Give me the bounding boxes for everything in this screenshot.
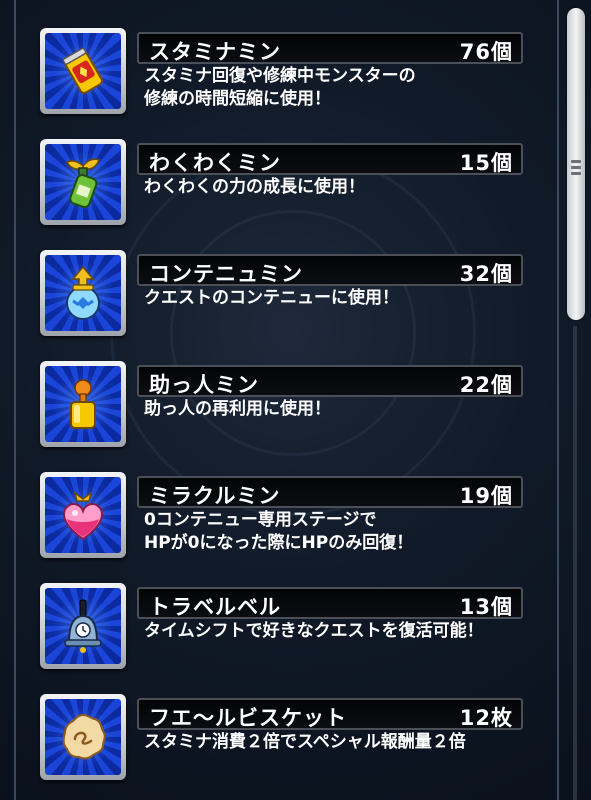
- item-description: スタミナ消費２倍でスペシャル報酬量２倍: [144, 732, 466, 752]
- item-count: 13個: [459, 595, 513, 619]
- item-name: スタミナミン: [149, 40, 281, 64]
- item-name-bar: トラベルベル 13個: [137, 587, 523, 619]
- item-inventory-screen: スタミナミン 76個 スタミナ回復や修練中モンスターの 修練の時間短縮に使用！ …: [0, 0, 591, 800]
- item-name-bar: 助っ人ミン 22個: [137, 365, 523, 397]
- item-icon-frame: [40, 583, 126, 669]
- item-description: スタミナ回復や修練中モンスターの 修練の時間短縮に使用！: [144, 66, 416, 109]
- item-icon-frame: [40, 139, 126, 225]
- item-name: フエ〜ルビスケット: [149, 706, 347, 730]
- item-count: 32個: [459, 262, 513, 286]
- item-name-bar: わくわくミン 15個: [137, 143, 523, 175]
- item-name-bar: ミラクルミン 19個: [137, 476, 523, 508]
- continue-jar-icon: [45, 255, 121, 331]
- item-count: 22個: [459, 373, 513, 397]
- list-item[interactable]: トラベルベル 13個 タイムシフトで好きなクエストを復活可能！: [0, 583, 560, 683]
- list-item[interactable]: 助っ人ミン 22個 助っ人の再利用に使用！: [0, 361, 560, 461]
- stamina-can-icon: [45, 33, 121, 109]
- item-name-bar: コンテニュミン 32個: [137, 254, 523, 286]
- item-icon-frame: [40, 472, 126, 558]
- item-description: タイムシフトで好きなクエストを復活可能！: [144, 621, 484, 641]
- item-icon-frame: [40, 361, 126, 447]
- list-item[interactable]: ミラクルミン 19個 0コンテニュー専用ステージで HPが0になった際にHPのみ…: [0, 472, 560, 572]
- list-item[interactable]: フエ〜ルビスケット 12枚 スタミナ消費２倍でスペシャル報酬量２倍: [0, 694, 560, 794]
- list-item[interactable]: わくわくミン 15個 わくわくの力の成長に使用！: [0, 139, 560, 239]
- sprout-bottle-icon: [45, 144, 121, 220]
- item-count: 76個: [459, 40, 513, 64]
- bell-icon: [45, 588, 121, 664]
- list-item[interactable]: コンテニュミン 32個 クエストのコンテニューに使用！: [0, 250, 560, 350]
- item-icon-frame: [40, 28, 126, 114]
- item-count: 12枚: [459, 706, 513, 730]
- item-description: 0コンテニュー専用ステージで HPが0になった際にHPのみ回復！: [144, 510, 414, 553]
- list-item[interactable]: スタミナミン 76個 スタミナ回復や修練中モンスターの 修練の時間短縮に使用！: [0, 28, 560, 128]
- scrollbar-track[interactable]: [573, 326, 577, 800]
- item-name: わくわくミン: [149, 151, 281, 175]
- item-description: 助っ人の再利用に使用！: [144, 399, 331, 419]
- item-description: クエストのコンテニューに使用！: [144, 288, 399, 308]
- item-count: 15個: [459, 151, 513, 175]
- scrollbar-thumb[interactable]: [567, 8, 585, 320]
- item-name: ミラクルミン: [149, 484, 281, 508]
- item-icon-frame: [40, 694, 126, 780]
- item-name-bar: スタミナミン 76個: [137, 32, 523, 64]
- item-name: コンテニュミン: [149, 262, 303, 286]
- biscuit-icon: [45, 699, 121, 775]
- item-description: わくわくの力の成長に使用！: [144, 177, 365, 197]
- item-name-bar: フエ〜ルビスケット 12枚: [137, 698, 523, 730]
- item-icon-frame: [40, 250, 126, 336]
- helper-bottle-icon: [45, 366, 121, 442]
- item-count: 19個: [459, 484, 513, 508]
- scroll-grip-icon: [571, 160, 581, 184]
- heart-potion-icon: [45, 477, 121, 553]
- item-name: トラベルベル: [149, 595, 281, 619]
- item-name: 助っ人ミン: [149, 373, 259, 397]
